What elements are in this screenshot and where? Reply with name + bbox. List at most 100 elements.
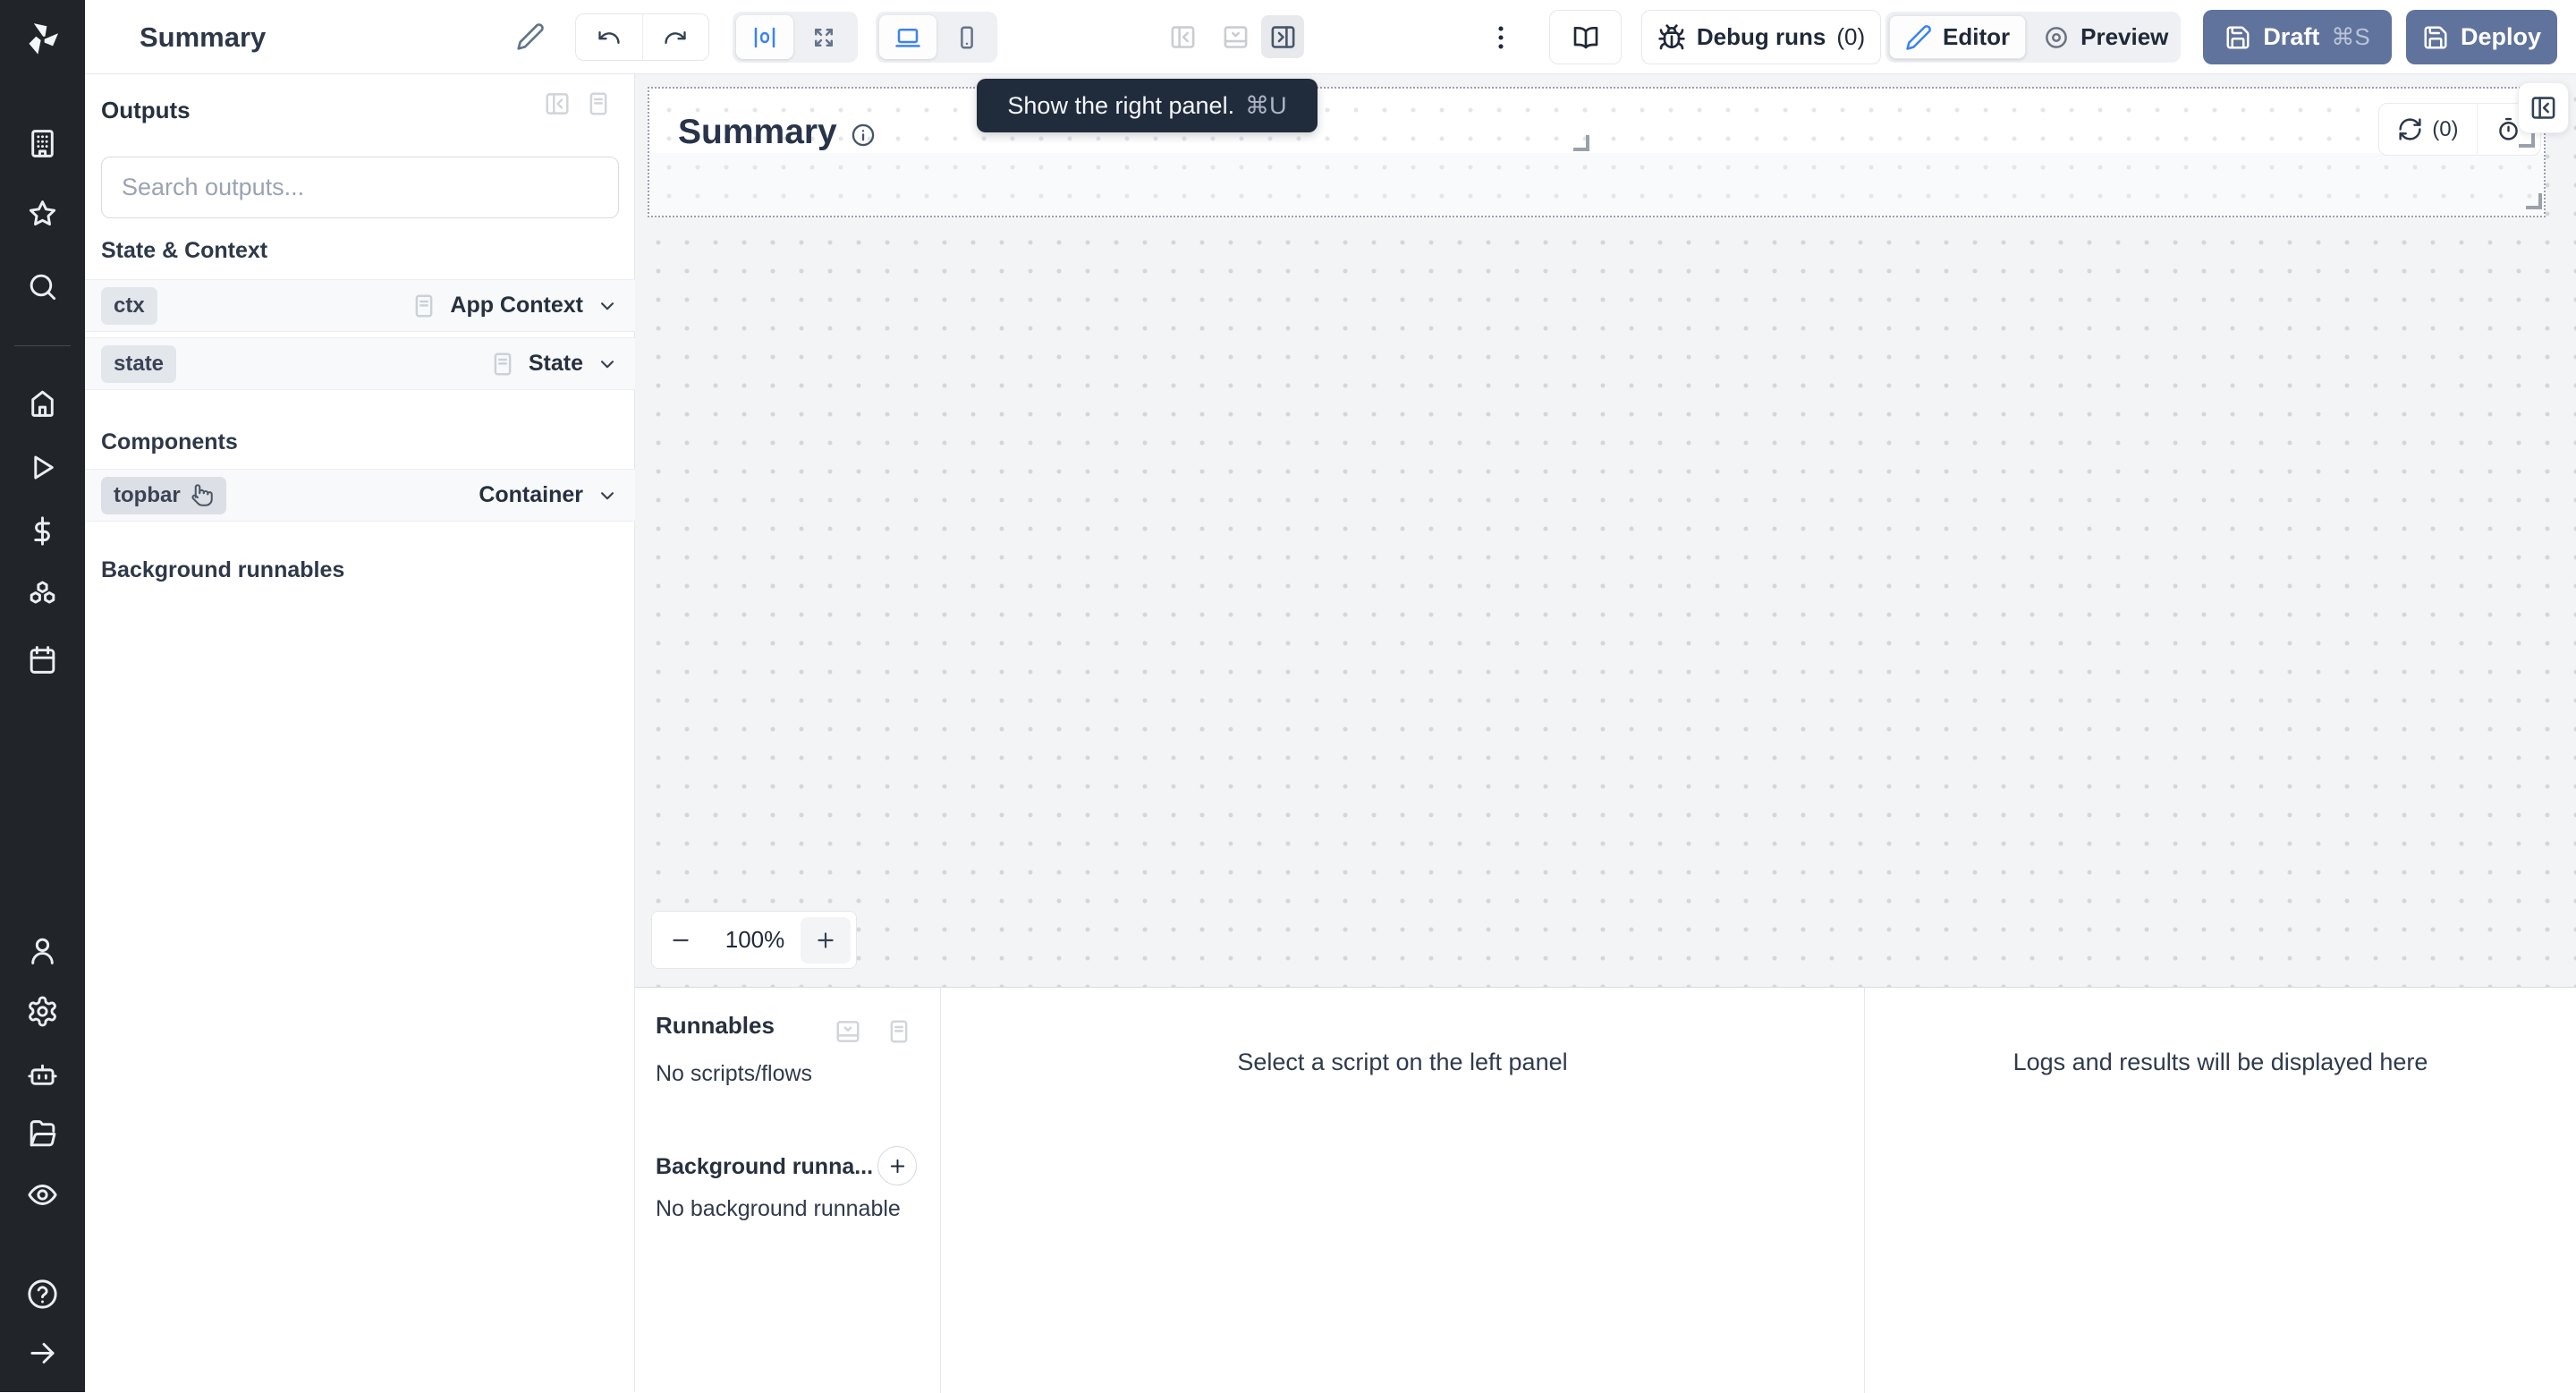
laptop-icon <box>895 28 920 47</box>
background-runnables-label: Background runnables <box>101 557 345 582</box>
alignment-group <box>733 12 858 63</box>
home-icon[interactable] <box>26 386 59 420</box>
bug-icon <box>1658 23 1685 49</box>
refresh-button[interactable]: (0) <box>2379 104 2478 155</box>
circle-dot-icon <box>2046 26 2067 48</box>
debug-runs-button[interactable]: Debug runs (0) <box>1641 10 1881 64</box>
draft-button[interactable]: Draft ⌘S <box>2203 10 2392 64</box>
mobile-view-button[interactable] <box>938 15 996 59</box>
plus-icon <box>890 1159 904 1173</box>
edit-title-pencil-icon[interactable] <box>516 22 545 51</box>
add-background-runnable-button[interactable] <box>877 1146 917 1185</box>
undo-icon <box>598 30 620 44</box>
chevron-down-icon[interactable] <box>596 484 619 507</box>
collapse-outputs-panel-icon[interactable] <box>544 90 571 117</box>
outputs-doc-icon[interactable] <box>585 90 612 117</box>
favorites-star-icon[interactable] <box>26 198 59 231</box>
chevron-down-icon[interactable] <box>596 294 619 318</box>
toggle-bottom-panel-button[interactable] <box>1214 15 1257 58</box>
output-row-topbar[interactable]: topbar Container <box>85 469 635 522</box>
app-canvas[interactable]: Summary (0) Show the right panel. ⌘U 100… <box>635 74 2576 987</box>
chevron-down-icon[interactable] <box>596 352 619 376</box>
audit-eye-icon[interactable] <box>26 1178 59 1211</box>
user-icon[interactable] <box>26 934 59 967</box>
app-title: Summary <box>140 21 267 53</box>
smartphone-icon <box>961 26 973 48</box>
logs-hint: Logs and results will be displayed here <box>2012 1049 2428 1075</box>
search-outputs-input[interactable] <box>101 157 619 218</box>
open-right-panel-button[interactable] <box>2518 82 2569 133</box>
save-icon <box>2424 26 2447 48</box>
info-icon[interactable] <box>851 123 876 148</box>
bottom-panel: Runnables No scripts/flows Background ru… <box>635 987 2576 1393</box>
top-toolbar: Summary Debug runs (0) Editor Preview Dr… <box>85 0 2576 74</box>
state-context-label: State & Context <box>101 238 268 263</box>
plus-icon <box>818 931 834 948</box>
tooltip-shortcut: ⌘U <box>1245 91 1287 119</box>
schedules-calendar-icon[interactable] <box>26 643 59 676</box>
canvas-heading-block[interactable]: Summary <box>678 113 876 152</box>
resize-handle[interactable] <box>1573 135 1589 151</box>
editor-label: Editor <box>1943 23 2011 50</box>
app-rail <box>0 0 85 1392</box>
debug-runs-label: Debug runs <box>1696 23 1826 50</box>
runnables-section: Runnables No scripts/flows Background ru… <box>635 988 941 1393</box>
panel-right-icon <box>1271 25 1294 48</box>
zoom-level: 100% <box>724 926 785 953</box>
deploy-button[interactable]: Deploy <box>2406 10 2557 64</box>
toggle-left-panel-button[interactable] <box>1161 15 1204 58</box>
undo-redo-group <box>575 13 709 61</box>
fullwidth-button[interactable] <box>795 15 852 59</box>
settings-gear-icon[interactable] <box>26 995 59 1028</box>
doc-icon <box>411 293 437 319</box>
output-row-ctx[interactable]: ctx App Context <box>85 279 635 332</box>
device-preview-group <box>876 12 997 63</box>
ctx-badge[interactable]: ctx <box>101 286 157 325</box>
topbar-badge[interactable]: topbar <box>101 476 226 514</box>
draft-shortcut: ⌘S <box>2331 23 2370 50</box>
resize-handle[interactable] <box>2519 132 2535 148</box>
toggle-right-panel-button[interactable] <box>1261 15 1304 58</box>
runs-play-icon[interactable] <box>26 451 59 484</box>
editor-preview-toggle: Editor Preview <box>1885 12 2181 63</box>
right-panel-tooltip: Show the right panel. ⌘U <box>977 79 1318 132</box>
expand-rail-arrow-icon[interactable] <box>26 1337 59 1370</box>
topbar-type-label: Container <box>479 482 583 507</box>
preview-label: Preview <box>2080 23 2169 50</box>
search-icon[interactable] <box>26 270 59 303</box>
desktop-view-button[interactable] <box>879 15 936 59</box>
more-menu-button[interactable] <box>1485 20 1517 55</box>
save-icon <box>2226 26 2250 48</box>
topbar-container-selected[interactable]: Summary (0) <box>648 87 2546 217</box>
zoom-in-button[interactable] <box>801 916 851 964</box>
pencil-icon <box>1906 24 1931 50</box>
outputs-panel: Outputs State & Context ctx App Context … <box>85 74 635 1392</box>
resources-boxes-icon[interactable] <box>26 579 59 612</box>
tab-preview[interactable]: Preview <box>2028 15 2183 59</box>
redo-icon <box>665 30 686 44</box>
undo-button[interactable] <box>576 14 642 60</box>
zoom-out-button[interactable] <box>652 912 709 968</box>
script-editor-placeholder: Select a script on the left panel <box>941 988 1865 1393</box>
variables-dollar-icon[interactable] <box>26 514 59 548</box>
collapse-bottom-panel-icon[interactable] <box>835 1018 861 1045</box>
docs-button[interactable] <box>1549 10 1622 64</box>
redo-button[interactable] <box>641 14 709 60</box>
output-row-state[interactable]: state State <box>85 337 635 390</box>
resize-handle[interactable] <box>2526 193 2542 209</box>
folders-icon[interactable] <box>26 1117 59 1151</box>
help-icon[interactable] <box>26 1278 59 1311</box>
refresh-count: (0) <box>2432 116 2459 141</box>
center-content-button[interactable] <box>736 15 793 59</box>
state-badge[interactable]: state <box>101 344 177 383</box>
windmill-logo-icon[interactable] <box>21 18 63 59</box>
ellipsis-vertical-icon <box>1498 26 1504 49</box>
workspace-icon[interactable] <box>26 127 59 160</box>
workers-bot-icon[interactable] <box>26 1057 59 1091</box>
tab-editor[interactable]: Editor <box>1889 15 2027 59</box>
align-center-icon <box>754 27 775 47</box>
state-type-label: State <box>528 351 583 376</box>
runnables-doc-icon[interactable] <box>886 1018 912 1045</box>
maximize-icon <box>815 28 833 47</box>
panel-left-icon <box>1171 25 1194 48</box>
